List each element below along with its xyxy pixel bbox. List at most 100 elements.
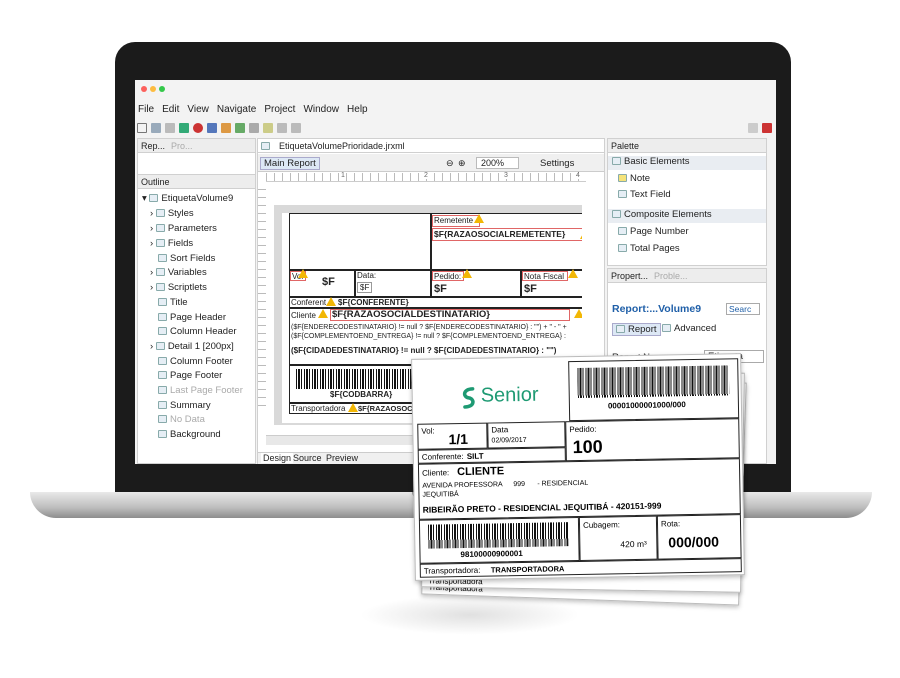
tab-report[interactable]: Report — [612, 323, 661, 336]
transportadora-label[interactable]: Transportadora — [291, 404, 345, 413]
palette-item-page-number[interactable]: Page Number — [618, 226, 689, 237]
pedido-label[interactable]: Pedido: — [432, 271, 464, 281]
palette-item-total-pages[interactable]: Total Pages — [618, 243, 680, 254]
run-icon[interactable] — [179, 123, 189, 133]
top-barcode — [577, 365, 730, 398]
build-icon[interactable] — [221, 123, 231, 133]
outline-item-background[interactable]: Background — [158, 428, 221, 441]
palette-item-note[interactable]: Note — [618, 173, 650, 184]
menu-view[interactable]: View — [187, 104, 209, 118]
tab-advanced[interactable]: Advanced — [662, 323, 716, 334]
editor-file-tab: EtiquetaVolumePrioridade.jrxml — [258, 139, 604, 153]
maximize-window-button[interactable] — [159, 86, 165, 92]
outline-item-column-footer[interactable]: Column Footer — [158, 355, 233, 368]
jaspersoft-perspective-icon[interactable] — [762, 123, 772, 133]
basic-elements-group[interactable]: Basic Elements — [608, 156, 766, 170]
codbarra-field[interactable]: $F{CODBARRA} — [330, 390, 392, 399]
data-label[interactable]: Data: — [357, 271, 376, 280]
zoom-select[interactable]: 200% — [476, 157, 520, 169]
bottom-barcode-number: 98100000900001 — [460, 548, 523, 560]
vertical-ruler — [258, 182, 266, 412]
menu-help[interactable]: Help — [347, 104, 368, 118]
new-file-icon[interactable] — [137, 123, 147, 133]
tab-file[interactable]: EtiquetaVolumePrioridade.jrxml — [279, 141, 405, 151]
tab-preview[interactable]: Preview — [326, 453, 358, 463]
back-arrow-icon[interactable] — [277, 123, 287, 133]
menu-file[interactable]: File — [138, 104, 154, 118]
tab-problems[interactable]: Proble... — [654, 271, 688, 281]
outline-item-scriptlets[interactable]: › Scriptlets — [150, 281, 207, 294]
outline-item-parameters[interactable]: › Parameters — [150, 222, 217, 235]
tab-outline[interactable]: Outline — [141, 177, 170, 187]
tool-icon[interactable] — [235, 123, 245, 133]
outline-item-fields[interactable]: › Fields — [150, 237, 193, 250]
debug-icon[interactable] — [207, 123, 217, 133]
outline-root[interactable]: ▾ EtiquetaVolume9 — [142, 192, 233, 205]
menu-navigate[interactable]: Navigate — [217, 104, 256, 118]
pedido-field[interactable]: $F — [434, 283, 447, 295]
barcode-element[interactable] — [296, 369, 416, 389]
main-report-tab[interactable]: Main Report — [260, 157, 320, 170]
title-bar — [135, 80, 776, 100]
outline-item-title[interactable]: Title — [158, 296, 188, 309]
razao-remetente-field[interactable]: $F{RAZAOSOCIALREMETENTE} — [432, 228, 582, 241]
search-input[interactable]: Searc — [726, 303, 760, 315]
stop-icon[interactable] — [193, 123, 203, 133]
close-window-button[interactable] — [141, 86, 147, 92]
print-icon[interactable] — [165, 123, 175, 133]
menu-edit[interactable]: Edit — [162, 104, 179, 118]
warning-icon — [348, 403, 358, 412]
nota-label[interactable]: Nota Fiscal — [522, 271, 568, 281]
forward-arrow-icon[interactable] — [291, 123, 301, 133]
outline-item-label: Parameters — [167, 223, 217, 234]
tab-project[interactable]: Pro... — [171, 141, 193, 151]
outline-item-summary[interactable]: Summary — [158, 399, 211, 412]
menu-project[interactable]: Project — [264, 104, 295, 118]
outline-item-detail[interactable]: › Detail 1 [200px] — [150, 340, 234, 353]
outline-tab-header: Outline — [138, 175, 255, 189]
zoom-out-icon[interactable]: ⊖ — [446, 158, 454, 169]
rota-label: Rota: — [660, 519, 681, 529]
zoom-in-icon[interactable]: ⊕ — [458, 158, 466, 169]
outline-item-styles[interactable]: › Styles — [150, 207, 194, 220]
conferente-field[interactable]: $F{CONFERENTE} — [338, 298, 409, 307]
minimize-window-button[interactable] — [150, 86, 156, 92]
outline-root-label: EtiquetaVolume9 — [161, 193, 234, 204]
outline-item-page-footer[interactable]: Page Footer — [158, 369, 222, 382]
tab-repository[interactable]: Rep... — [141, 141, 165, 151]
data-field[interactable]: $F — [357, 282, 373, 293]
outline-item-label: Last Page Footer — [170, 385, 243, 396]
outline-item-variables[interactable]: › Variables — [150, 266, 207, 279]
outline-panel: Outline ▾ EtiquetaVolume9 › Styles › Par… — [137, 174, 256, 464]
settings-button[interactable]: Settings — [540, 158, 574, 169]
nota-field[interactable]: $F — [524, 283, 537, 295]
folder-icon[interactable] — [263, 123, 273, 133]
conferente-label[interactable]: Conferent — [291, 298, 326, 307]
outline-item-page-header[interactable]: Page Header — [158, 311, 226, 324]
settings-tool-icon[interactable] — [249, 123, 259, 133]
endereco-expression-2[interactable]: ($F{COMPLEMENTOEND_ENTREGA} != null ? $F… — [291, 333, 566, 340]
repository-tabs: Rep... Pro... — [138, 139, 255, 153]
outline-item-last-page-footer[interactable]: Last Page Footer — [158, 384, 243, 397]
cidade-expression[interactable]: ($F{CIDADEDESTINATARIO} != null ? $F{CID… — [291, 346, 556, 355]
tab-properties[interactable]: Propert... — [611, 271, 648, 281]
perspective-icon[interactable] — [748, 123, 758, 133]
tab-palette[interactable]: Palette — [611, 141, 639, 151]
remetente-label[interactable]: Remetente — [432, 215, 480, 227]
endereco-expression-1[interactable]: ($F{ENDERECODESTINATARIO} != null ? $F{E… — [291, 324, 567, 331]
vol-field[interactable]: $F — [322, 276, 335, 288]
save-icon[interactable] — [151, 123, 161, 133]
cliente-label[interactable]: Cliente — [291, 311, 316, 320]
sort-fields-icon — [158, 254, 167, 262]
outline-item-no-data[interactable]: No Data — [158, 413, 205, 426]
outline-item-column-header[interactable]: Column Header — [158, 325, 237, 338]
cliente-field[interactable]: $F{RAZAOSOCIALDESTINATARIO} — [330, 309, 570, 321]
outline-item-sort-fields[interactable]: Sort Fields — [158, 252, 215, 265]
menu-window[interactable]: Window — [303, 104, 339, 118]
advanced-tab-label: Advanced — [674, 323, 717, 334]
composite-elements-group[interactable]: Composite Elements — [608, 209, 766, 223]
palette-item-label: Note — [630, 173, 651, 184]
tab-source[interactable]: Source — [293, 453, 322, 463]
tab-design[interactable]: Design — [261, 453, 294, 463]
palette-item-text-field[interactable]: Text Field — [618, 189, 671, 200]
